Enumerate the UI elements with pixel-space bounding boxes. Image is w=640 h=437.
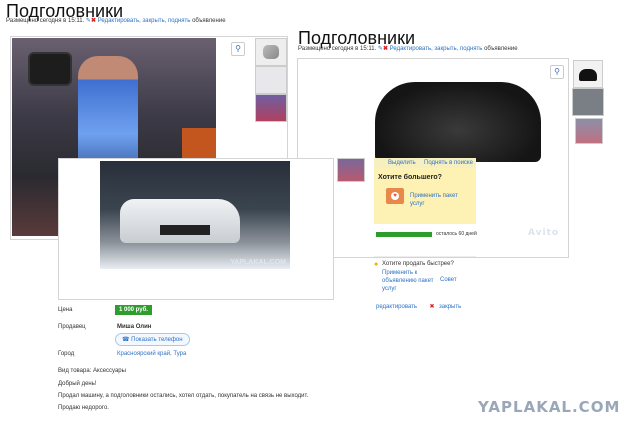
ad-actions: редактировать ✖ закрыть	[376, 295, 461, 313]
show-phone-label: Показать телефон	[131, 337, 183, 343]
edit-suffix: объявление	[192, 18, 226, 24]
apply-package-link-2[interactable]: Применить к объявлению пакет услуг	[382, 269, 444, 293]
car-shape	[120, 199, 240, 243]
overlay-watermark: YAPLAKAL.COM	[230, 259, 286, 266]
thumb-person[interactable]	[255, 94, 287, 122]
edit-close-raise-link[interactable]: Редактировать, закрыть, поднять	[390, 46, 483, 52]
price-badge: 1 000 руб.	[115, 305, 152, 315]
thumb-person[interactable]	[575, 118, 603, 144]
city-link[interactable]: Красноярский край, Тура	[117, 351, 186, 357]
thumb-car[interactable]	[255, 66, 287, 94]
right-ad-meta: Размещено сегодня в 15:11. ✎✖ Редактиров…	[298, 45, 518, 52]
zoom-icon[interactable]: ⚲	[231, 42, 245, 56]
upsell-box: Хотите большего? ♥ Применить пакет услуг	[374, 168, 476, 224]
thumb-headrest-1[interactable]	[255, 38, 287, 66]
close-x-icon: ✖	[382, 46, 388, 52]
days-left-bar	[376, 232, 432, 237]
sell-faster-title: Хотите продать быстрее?	[382, 261, 454, 267]
edit-link[interactable]: редактировать	[376, 304, 417, 310]
close-link[interactable]: закрыть	[439, 304, 461, 310]
car-grille	[160, 225, 210, 235]
item-type: Вид товара: Аксессуары	[58, 368, 126, 374]
main-photo-headrest[interactable]	[375, 82, 541, 162]
posted-date: Размещено сегодня в 15:11.	[298, 46, 377, 52]
close-x-icon: ✖	[429, 304, 435, 310]
desc-line-1: Добрый день!	[58, 381, 97, 387]
thumb-person-overlay[interactable]	[337, 158, 365, 182]
lightbulb-icon: ●	[374, 261, 379, 268]
tab-highlight[interactable]: Выделить	[388, 160, 416, 166]
sell-faster-box: ● Хотите продать быстрее? Применить к об…	[374, 256, 476, 293]
sidebar-tabs: Выделить Поднять в поиске	[374, 158, 476, 168]
gift-box-icon: ♥	[386, 188, 404, 204]
zoom-icon[interactable]: ⚲	[550, 65, 564, 79]
apply-package-link[interactable]: Применить пакет услуг	[410, 192, 470, 208]
edit-suffix: объявление	[484, 46, 518, 52]
advice-link[interactable]: Совет	[440, 277, 457, 283]
site-watermark: YAPLAKAL.COM	[478, 398, 621, 416]
seller-name[interactable]: Миша Олин	[117, 324, 151, 330]
tab-raise[interactable]: Поднять в поиске	[424, 160, 473, 166]
desc-line-2: Продал машину, а подголовники остались, …	[58, 393, 309, 399]
left-ad-meta: Размещено сегодня в 15:11. ✎✖ Редактиров…	[6, 17, 226, 24]
headrest-monitor-shape	[28, 52, 72, 86]
edit-close-raise-link[interactable]: Редактировать, закрыть, поднять	[98, 18, 191, 24]
close-x-icon: ✖	[90, 18, 96, 24]
phone-icon: ☎	[122, 337, 130, 343]
posted-date: Размещено сегодня в 15:11.	[6, 18, 85, 24]
car-photo[interactable]: YAPLAKAL.COM	[100, 161, 290, 269]
thumb-headrest-black[interactable]	[573, 60, 603, 88]
seller-label: Продавец	[58, 324, 86, 330]
city-label: Город	[58, 351, 75, 357]
price-label: Цена	[58, 307, 73, 313]
thumb-car[interactable]	[572, 88, 604, 116]
show-phone-button[interactable]: ☎ Показать телефон	[115, 333, 190, 346]
days-left-text: осталось 60 дней	[436, 231, 477, 237]
desc-line-3: Продаю недорого.	[58, 405, 109, 411]
avito-watermark: Avito	[528, 228, 560, 238]
upsell-title: Хотите большего?	[378, 174, 442, 181]
